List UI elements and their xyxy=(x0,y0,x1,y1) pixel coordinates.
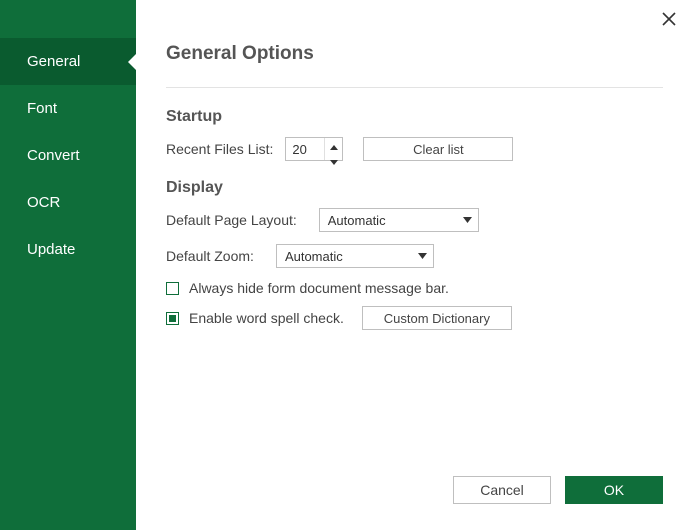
spellcheck-checkbox[interactable] xyxy=(166,312,179,325)
spinner-up-button[interactable] xyxy=(325,138,342,153)
custom-dictionary-button[interactable]: Custom Dictionary xyxy=(362,306,512,330)
options-window: General Font Convert OCR Update General … xyxy=(0,0,691,530)
title-divider xyxy=(166,87,663,88)
sidebar-item-convert[interactable]: Convert xyxy=(0,132,136,179)
sidebar-label-font: Font xyxy=(27,100,57,117)
content-pane: General Options Startup Recent Files Lis… xyxy=(136,0,691,530)
page-layout-value: Automatic xyxy=(328,213,386,228)
zoom-dropdown[interactable]: Automatic xyxy=(276,244,434,268)
chevron-down-icon xyxy=(463,217,472,223)
page-layout-label: Default Page Layout: xyxy=(166,212,297,228)
zoom-row: Default Zoom: Automatic xyxy=(166,244,663,268)
hide-msgbar-label: Always hide form document message bar. xyxy=(189,280,449,296)
page-title: General Options xyxy=(166,43,663,65)
footer: Cancel OK xyxy=(453,476,663,504)
close-button[interactable] xyxy=(657,8,681,32)
sidebar-label-general: General xyxy=(27,53,80,70)
chevron-down-icon xyxy=(418,253,427,259)
sidebar-item-font[interactable]: Font xyxy=(0,85,136,132)
sidebar-item-ocr[interactable]: OCR xyxy=(0,179,136,226)
ok-button[interactable]: OK xyxy=(565,476,663,504)
zoom-value: Automatic xyxy=(285,249,343,264)
spinner-buttons xyxy=(324,138,342,160)
sidebar-item-general[interactable]: General xyxy=(0,38,136,85)
spellcheck-row: Enable word spell check. Custom Dictiona… xyxy=(166,306,663,330)
recent-files-label: Recent Files List: xyxy=(166,141,273,157)
hide-msgbar-row: Always hide form document message bar. xyxy=(166,280,663,296)
sidebar: General Font Convert OCR Update xyxy=(0,0,136,530)
clear-list-button[interactable]: Clear list xyxy=(363,137,513,161)
recent-files-spinner xyxy=(285,137,343,161)
sidebar-label-convert: Convert xyxy=(27,147,80,164)
cancel-button[interactable]: Cancel xyxy=(453,476,551,504)
recent-files-input[interactable] xyxy=(286,138,324,160)
sidebar-item-update[interactable]: Update xyxy=(0,226,136,273)
page-layout-row: Default Page Layout: Automatic xyxy=(166,208,663,232)
close-icon xyxy=(662,12,676,29)
spinner-down-button[interactable] xyxy=(325,153,342,168)
hide-msgbar-checkbox[interactable] xyxy=(166,282,179,295)
startup-section-title: Startup xyxy=(166,108,663,126)
display-section-title: Display xyxy=(166,179,663,197)
page-layout-dropdown[interactable]: Automatic xyxy=(319,208,479,232)
chevron-up-icon xyxy=(330,138,338,153)
chevron-down-icon xyxy=(330,153,338,168)
sidebar-label-ocr: OCR xyxy=(27,194,60,211)
sidebar-label-update: Update xyxy=(27,241,75,258)
spellcheck-label: Enable word spell check. xyxy=(189,310,344,326)
recent-files-row: Recent Files List: Clear list xyxy=(166,137,663,161)
zoom-label: Default Zoom: xyxy=(166,248,254,264)
